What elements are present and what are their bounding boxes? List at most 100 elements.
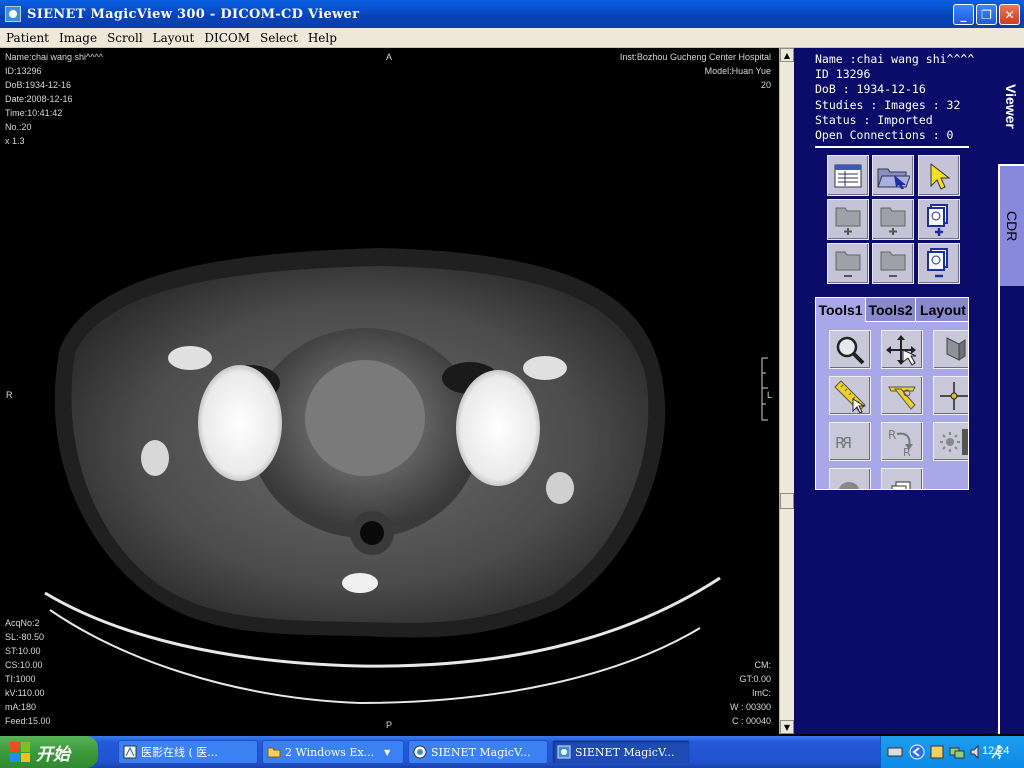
overlay-cs: CS:10.00 bbox=[5, 660, 43, 670]
overlay-imc: ImC: bbox=[752, 688, 771, 698]
tab-layout[interactable]: Layout bbox=[916, 298, 968, 322]
arrow-pointer-icon bbox=[930, 162, 951, 190]
crosshair-tool-button[interactable] bbox=[933, 376, 968, 415]
overlay-gt: GT:0.00 bbox=[739, 674, 771, 684]
info-connections: Open Connections : 0 bbox=[815, 128, 954, 143]
folder-icon bbox=[267, 747, 281, 758]
region-tool-button[interactable] bbox=[829, 468, 871, 489]
app-icon bbox=[557, 745, 571, 759]
protractor-icon bbox=[888, 386, 916, 410]
tab-viewer[interactable]: Viewer bbox=[998, 48, 1024, 164]
maximize-button[interactable]: ❐ bbox=[976, 4, 997, 25]
overlay-window-width: W : 00300 bbox=[729, 702, 771, 712]
measure-tool-button[interactable] bbox=[829, 376, 871, 415]
tab-cdr[interactable]: CDR bbox=[998, 164, 1024, 286]
overlay-dob: DoB:1934-12-16 bbox=[5, 80, 72, 90]
scroll-down-button[interactable]: ▼ bbox=[780, 720, 794, 734]
menu-image[interactable]: Image bbox=[59, 31, 97, 45]
info-status: Status : Imported bbox=[815, 112, 933, 127]
copy-tool-button[interactable] bbox=[881, 468, 923, 489]
brightness-tool-button[interactable] bbox=[933, 422, 968, 461]
3d-tool-button[interactable] bbox=[933, 330, 968, 369]
overlay-slice-thickness: ST:10.00 bbox=[5, 646, 41, 656]
add-study-button[interactable] bbox=[872, 199, 914, 240]
menu-layout[interactable]: Layout bbox=[153, 31, 195, 45]
tab-tools2[interactable]: Tools2 bbox=[866, 298, 916, 322]
orientation-left: L bbox=[767, 390, 773, 400]
tab-tools1[interactable]: Tools1 bbox=[816, 298, 866, 322]
crosshair-icon bbox=[940, 381, 968, 410]
taskbar-item-browser[interactable]: 医影在线 ( 医... bbox=[118, 740, 258, 764]
back-arrow-icon[interactable] bbox=[909, 744, 925, 760]
folder-add-icon bbox=[835, 207, 861, 235]
keyboard-icon[interactable] bbox=[887, 745, 903, 759]
rotate-button[interactable]: RR bbox=[881, 422, 923, 461]
overlay-bottom-right: CM: GT:0.00 ImC: W : 00300 C : 00040 bbox=[730, 658, 771, 728]
folder-minus-icon bbox=[880, 251, 906, 277]
rotate-icon: RR bbox=[888, 428, 913, 458]
open-folder-button[interactable] bbox=[872, 155, 914, 196]
close-button[interactable]: ✕ bbox=[999, 4, 1020, 25]
overlay-cm: CM: bbox=[754, 660, 772, 670]
menu-dicom[interactable]: DICOM bbox=[204, 31, 250, 45]
overlay-date: Date:2008-12-16 bbox=[5, 94, 73, 104]
info-studies: Studies : Images : 32 bbox=[815, 97, 961, 112]
taskbar-item-explorer[interactable]: 2 Windows Ex... ▼ bbox=[262, 740, 404, 764]
pointer-button[interactable] bbox=[918, 155, 960, 196]
control-panel: Name :chai wang shi^^^^ ID 13296 DoB : 1… bbox=[794, 48, 1024, 734]
overlay-slice-location: SL:-80.50 bbox=[5, 632, 45, 642]
orientation-anterior: A bbox=[386, 52, 393, 62]
pan-tool-button[interactable] bbox=[881, 330, 923, 369]
info-name: Name :chai wang shi^^^^ bbox=[815, 52, 975, 66]
patient-list-button[interactable] bbox=[827, 155, 869, 196]
overlay-top-right: Inst:Bozhou Gucheng Center Hospital Mode… bbox=[620, 50, 771, 92]
image-add-icon bbox=[927, 203, 948, 236]
orientation-posterior: P bbox=[386, 720, 393, 730]
menu-select[interactable]: Select bbox=[260, 31, 298, 45]
dropdown-arrow-icon: ▼ bbox=[384, 747, 391, 757]
scroll-up-button[interactable]: ▲ bbox=[780, 48, 794, 62]
menu-bar: Patient Image Scroll Layout DICOM Select… bbox=[0, 28, 1024, 48]
remove-study-button[interactable] bbox=[872, 243, 914, 284]
flip-horizontal-button[interactable]: RR bbox=[829, 422, 871, 461]
document-icon bbox=[891, 481, 911, 489]
minimize-button[interactable]: _ bbox=[953, 4, 974, 25]
network-icon[interactable] bbox=[949, 744, 965, 760]
orientation-right: R bbox=[6, 390, 13, 400]
folder-remove-icon bbox=[835, 251, 861, 277]
remove-series-button[interactable] bbox=[827, 243, 869, 284]
windows-logo-icon bbox=[10, 742, 30, 762]
overlay-id: ID:13296 bbox=[5, 66, 42, 76]
clock: 12:24 bbox=[982, 745, 1010, 757]
taskbar-item-magicview-1[interactable]: SIENET MagicV... bbox=[408, 740, 548, 764]
image-viewport[interactable]: Name:chai wang shi^^^^ ID:13296 DoB:1934… bbox=[0, 48, 779, 734]
folder-open-icon bbox=[877, 168, 910, 189]
scroll-thumb[interactable] bbox=[780, 493, 794, 509]
menu-patient[interactable]: Patient bbox=[6, 31, 49, 45]
menu-scroll[interactable]: Scroll bbox=[107, 31, 143, 45]
folder-plus-icon bbox=[880, 207, 906, 235]
taskbar-item-label: 医影在线 ( 医... bbox=[141, 746, 218, 759]
zoom-tool-button[interactable] bbox=[829, 330, 871, 369]
info-dob: DoB : 1934-12-16 bbox=[815, 82, 926, 97]
title-bar: SIENET MagicView 300 - DICOM-CD Viewer _… bbox=[0, 0, 1024, 28]
taskbar-item-magicview-2[interactable]: SIENET MagicV... bbox=[552, 740, 690, 764]
image-scrollbar[interactable]: ▲ ▼ bbox=[779, 48, 794, 734]
menu-help[interactable]: Help bbox=[308, 31, 337, 45]
start-button[interactable]: 开始 bbox=[0, 736, 98, 768]
overlay-top-left: Name:chai wang shi^^^^ ID:13296 DoB:1934… bbox=[5, 50, 103, 148]
add-series-button[interactable] bbox=[827, 199, 869, 240]
overlay-institution: Inst:Bozhou Gucheng Center Hospital bbox=[619, 52, 771, 62]
svg-text:R: R bbox=[903, 446, 911, 458]
overlay-window-center: C : 00040 bbox=[731, 716, 771, 726]
taskbar-item-label: SIENET MagicV... bbox=[575, 745, 675, 759]
app-icon bbox=[5, 6, 21, 22]
image-remove-icon bbox=[927, 247, 948, 277]
taskbar: 开始 医影在线 ( 医... 2 Windows Ex... ▼ SIENET … bbox=[0, 736, 1024, 768]
svg-text:R: R bbox=[888, 428, 896, 442]
app-icon bbox=[413, 745, 427, 759]
input-method-icon[interactable] bbox=[929, 744, 945, 760]
add-image-button[interactable] bbox=[918, 199, 960, 240]
angle-tool-button[interactable] bbox=[881, 376, 923, 415]
remove-image-button[interactable] bbox=[918, 243, 960, 284]
